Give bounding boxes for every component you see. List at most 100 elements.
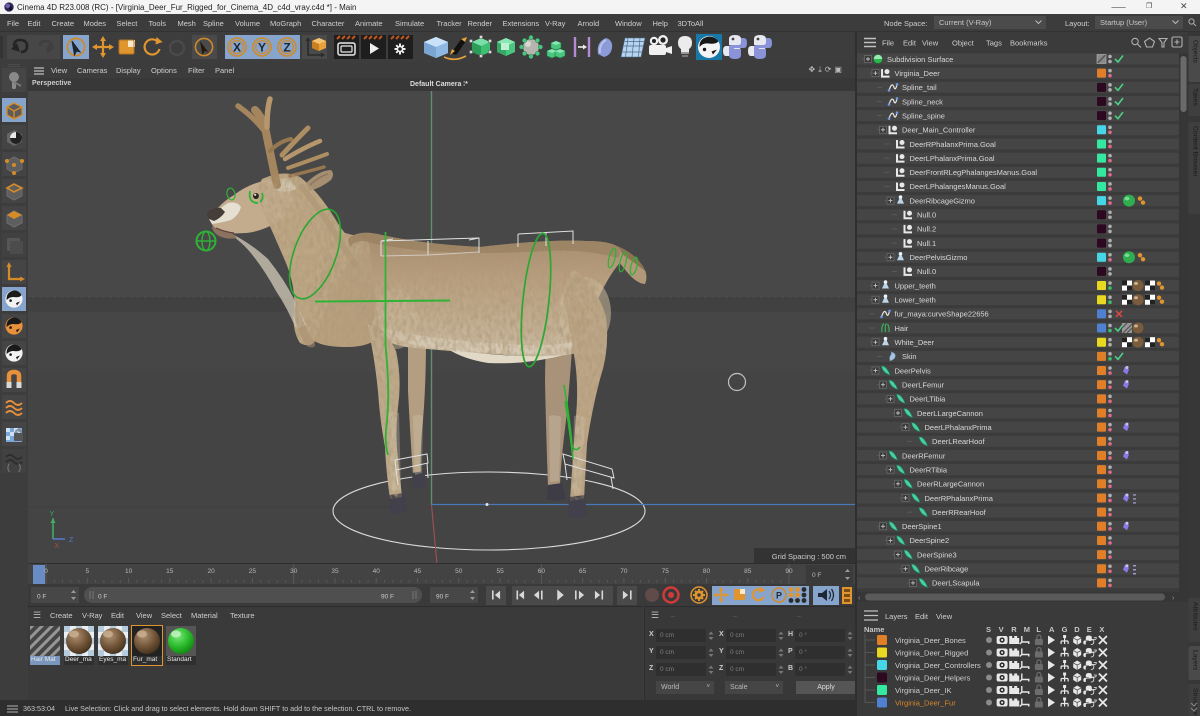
svg-text:50: 50: [455, 568, 463, 575]
svg-text:Hair: Hair: [895, 324, 909, 333]
svg-text:DeerLPhalanxPrima: DeerLPhalanxPrima: [925, 423, 993, 432]
svg-text:Y: Y: [50, 511, 55, 518]
svg-text:L: L: [1036, 625, 1041, 634]
svg-text:Null.2: Null.2: [917, 225, 936, 234]
svg-text:25: 25: [249, 568, 257, 575]
svg-text:DeerLLargeCannon: DeerLLargeCannon: [917, 409, 983, 418]
svg-text:R: R: [1011, 625, 1017, 634]
svg-text:Null.1: Null.1: [917, 239, 936, 248]
svg-text:Content Browser: Content Browser: [1192, 126, 1199, 177]
svg-text:Virginia_Deer_Bones: Virginia_Deer_Bones: [895, 636, 966, 645]
svg-text:0 F: 0 F: [98, 594, 107, 601]
svg-text:65: 65: [579, 568, 587, 575]
svg-text:DeerLPhalanxPrima.Goal: DeerLPhalanxPrima.Goal: [910, 154, 995, 163]
svg-text:E: E: [1087, 625, 1092, 634]
svg-text:Deer_Main_Controller: Deer_Main_Controller: [902, 126, 976, 135]
svg-text:30: 30: [290, 568, 298, 575]
svg-text:Y: Y: [258, 41, 266, 55]
svg-text:Z: Z: [69, 537, 74, 544]
svg-text:45: 45: [414, 568, 422, 575]
svg-text:Virginia_Deer_Fur: Virginia_Deer_Fur: [895, 698, 956, 707]
svg-text:X: X: [55, 543, 60, 550]
svg-text:Tags: Tags: [986, 39, 1002, 48]
svg-text:DeerRibcage: DeerRibcage: [925, 565, 969, 574]
svg-text:X: X: [1099, 625, 1104, 634]
svg-text:D: D: [1074, 625, 1080, 634]
svg-text:DeerSpine2: DeerSpine2: [910, 536, 950, 545]
svg-text:Null.0: Null.0: [917, 211, 936, 220]
svg-text:90 F: 90 F: [381, 594, 394, 601]
svg-text:60: 60: [538, 568, 546, 575]
svg-text:DeerPelvis: DeerPelvis: [895, 366, 932, 375]
svg-text:G: G: [1062, 625, 1068, 634]
svg-text:DeerSpine3: DeerSpine3: [917, 550, 957, 559]
svg-text:fur_maya:curveShape22656: fur_maya:curveShape22656: [895, 310, 989, 319]
svg-text:DeerPelvisGizmo: DeerPelvisGizmo: [910, 253, 968, 262]
svg-text:70: 70: [620, 568, 628, 575]
svg-text:DeerRTibia: DeerRTibia: [910, 465, 948, 474]
svg-text:DeerRFemur: DeerRFemur: [902, 451, 946, 460]
svg-text:DeerRLargeCannon: DeerRLargeCannon: [917, 480, 984, 489]
svg-text:V: V: [999, 625, 1004, 634]
svg-text:DeerRPhalanxPrima: DeerRPhalanxPrima: [925, 494, 994, 503]
svg-text:A: A: [1049, 625, 1055, 634]
svg-text:Virginia_Deer_Helpers: Virginia_Deer_Helpers: [895, 673, 971, 682]
svg-text:Layers: Layers: [1192, 650, 1199, 671]
svg-text:Virginia_Deer_Rigged: Virginia_Deer_Rigged: [895, 648, 968, 657]
svg-text:35: 35: [331, 568, 339, 575]
svg-text:Grid Spacing : 500 cm: Grid Spacing : 500 cm: [772, 552, 846, 561]
svg-text:0 F: 0 F: [37, 594, 46, 601]
svg-text:DeerFrontRLegPhalangesManus.Go: DeerFrontRLegPhalangesManus.Goal: [910, 168, 1038, 177]
svg-text:90: 90: [785, 568, 793, 575]
svg-text:Attributes: Attributes: [1192, 602, 1199, 631]
svg-text:( ): ( ): [6, 463, 22, 473]
svg-text:85: 85: [744, 568, 752, 575]
svg-text:Virginia_Deer_Controllers: Virginia_Deer_Controllers: [895, 661, 981, 670]
svg-text:Upper_teeth: Upper_teeth: [895, 281, 936, 290]
svg-text:Bookmarks: Bookmarks: [1010, 39, 1048, 48]
svg-text:Spline_tail: Spline_tail: [902, 83, 937, 92]
svg-text:Null.0: Null.0: [917, 267, 936, 276]
svg-text:DeerLTibia: DeerLTibia: [910, 395, 947, 404]
svg-text:X: X: [233, 41, 241, 55]
svg-text:DeerLScapula: DeerLScapula: [932, 579, 980, 588]
svg-text:M: M: [1024, 625, 1030, 634]
svg-text:DeerLPhalangesManus.Goal: DeerLPhalangesManus.Goal: [910, 182, 1007, 191]
svg-text:Name: Name: [864, 625, 884, 634]
svg-text:DeerRibcageGizmo: DeerRibcageGizmo: [910, 196, 975, 205]
svg-text:Layers: Layers: [885, 612, 908, 621]
svg-text:Lower_teeth: Lower_teeth: [895, 296, 936, 305]
svg-text:40: 40: [373, 568, 381, 575]
svg-text:Objects: Objects: [1192, 40, 1199, 64]
svg-text:White_Deer: White_Deer: [895, 338, 935, 347]
svg-text:Virginia_Deer_IK: Virginia_Deer_IK: [895, 686, 952, 695]
svg-text:P: P: [776, 591, 782, 601]
svg-text:View: View: [936, 612, 953, 621]
svg-text:Edit: Edit: [915, 612, 929, 621]
svg-text:5: 5: [85, 568, 89, 575]
svg-text:Virginia_Deer: Virginia_Deer: [895, 69, 941, 78]
svg-text:0 F: 0 F: [812, 572, 821, 579]
svg-text:Takes: Takes: [1192, 88, 1199, 106]
svg-text:75: 75: [662, 568, 670, 575]
svg-text:0: 0: [44, 568, 48, 575]
svg-text:Edit: Edit: [903, 39, 917, 48]
svg-text:90 F: 90 F: [436, 594, 449, 601]
svg-text:DeerLRearHoof: DeerLRearHoof: [932, 437, 985, 446]
svg-text:Spline_neck: Spline_neck: [902, 97, 943, 106]
svg-text:Subdivision Surface: Subdivision Surface: [887, 55, 953, 64]
svg-text:55: 55: [496, 568, 504, 575]
svg-text:File: File: [882, 39, 894, 48]
svg-text:Spline_spine: Spline_spine: [902, 111, 945, 120]
svg-text:DeerSpine1: DeerSpine1: [902, 522, 942, 531]
svg-text:20: 20: [207, 568, 215, 575]
svg-text:DeerRRearHoof: DeerRRearHoof: [932, 508, 987, 517]
svg-text:15: 15: [166, 568, 174, 575]
svg-text:DeerLFemur: DeerLFemur: [902, 380, 945, 389]
svg-text:DeerRPhalanxPrima.Goal: DeerRPhalanxPrima.Goal: [910, 140, 997, 149]
svg-text:80: 80: [703, 568, 711, 575]
svg-text:Skin: Skin: [902, 352, 917, 361]
svg-text:Structure: Structure: [1192, 688, 1199, 716]
svg-text:Z: Z: [283, 41, 290, 55]
svg-text:S: S: [986, 625, 991, 634]
